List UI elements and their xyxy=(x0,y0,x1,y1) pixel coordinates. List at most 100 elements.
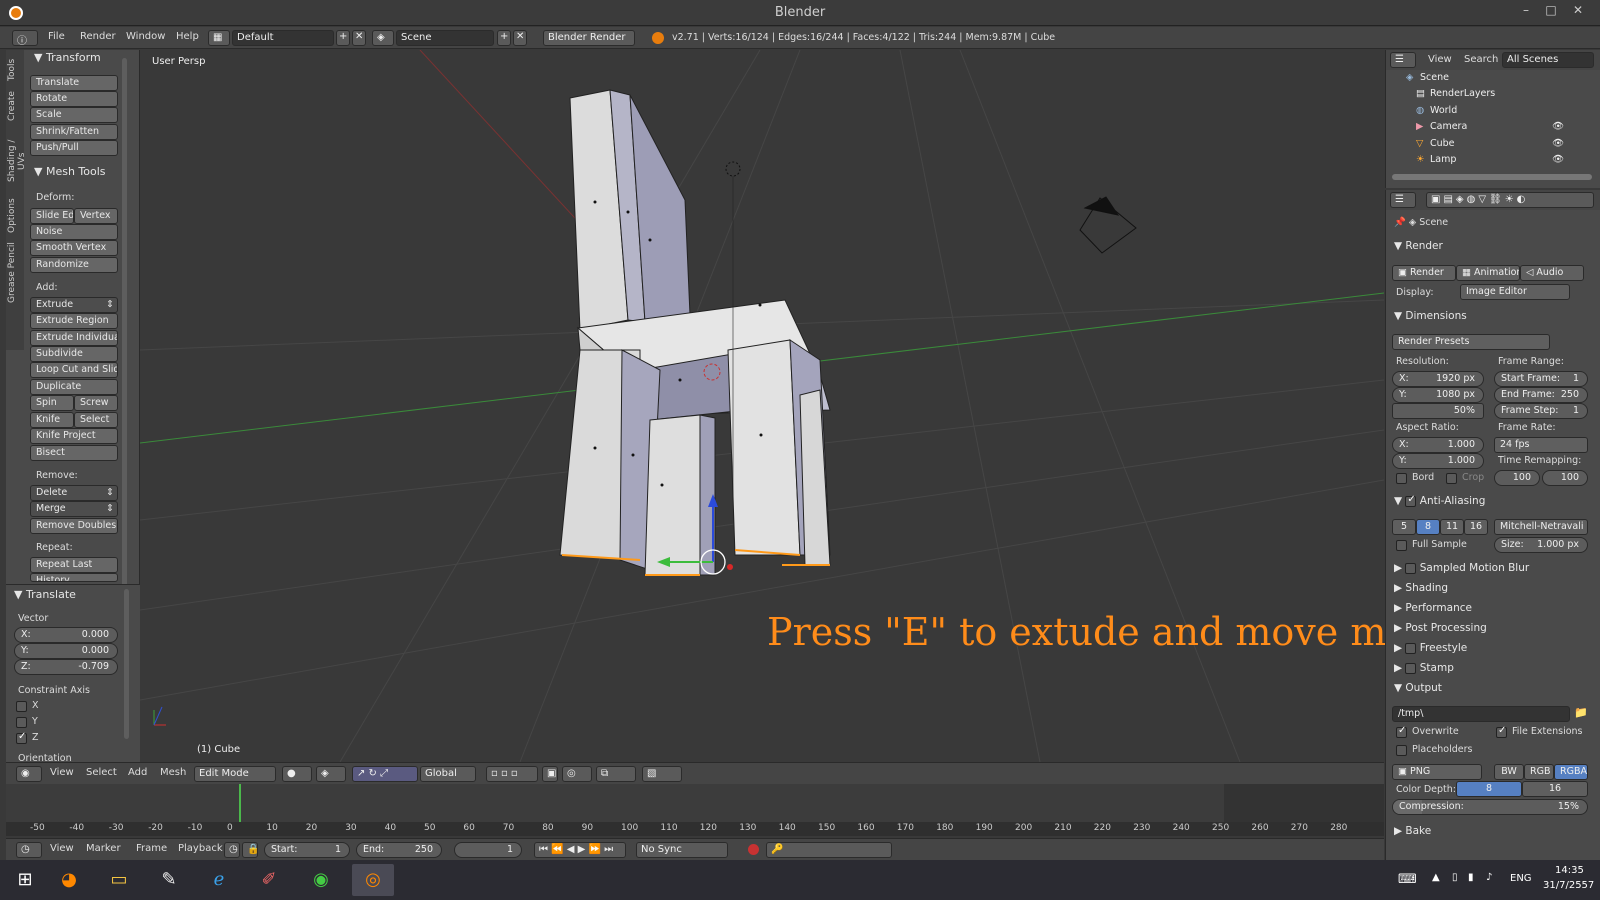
sync-dropdown[interactable]: No Sync xyxy=(636,842,728,858)
resolution-percentage-field[interactable]: 50% xyxy=(1392,403,1484,419)
menu-render[interactable]: Render xyxy=(80,31,116,42)
section-stamp[interactable]: ▶ Stamp xyxy=(1394,662,1454,674)
add-scene-icon[interactable]: + xyxy=(497,30,511,46)
aspect-x-field[interactable]: X: 1.000 xyxy=(1392,437,1484,453)
start-button-icon[interactable]: ⊞ xyxy=(4,864,46,896)
animation-button[interactable]: ▦ Animation xyxy=(1456,265,1520,281)
tl-menu-playback[interactable]: Playback xyxy=(178,843,223,854)
visibility-eye-icon[interactable]: 👁 xyxy=(1552,154,1564,165)
start-frame-field[interactable]: Start Frame: 1 xyxy=(1494,371,1588,387)
clock-time[interactable]: 14:35 xyxy=(1555,865,1584,876)
internet-explorer-icon[interactable]: ℯ xyxy=(198,864,240,896)
section-dimensions[interactable]: ▼ Dimensions xyxy=(1394,310,1467,322)
remove-layout-icon[interactable]: ✕ xyxy=(352,30,366,46)
file-extensions-checkbox[interactable] xyxy=(1496,725,1507,738)
add-layout-icon[interactable]: + xyxy=(336,30,350,46)
vector-z-field[interactable]: Z: -0.709 xyxy=(14,659,118,675)
section-shading[interactable]: ▶ Shading xyxy=(1394,582,1448,594)
operator-panel-header[interactable]: ▼ Translate xyxy=(14,588,76,601)
section-freestyle[interactable]: ▶ Freestyle xyxy=(1394,642,1467,654)
knife-project-button[interactable]: Knife Project xyxy=(30,428,118,444)
render-button[interactable]: ▣ Render xyxy=(1392,265,1456,281)
vp-menu-select[interactable]: Select xyxy=(86,767,117,778)
delete-dropdown[interactable]: Delete ⇕ xyxy=(30,485,118,501)
full-sample-checkbox[interactable] xyxy=(1396,540,1407,551)
paint-icon[interactable]: ✐ xyxy=(248,864,290,896)
noise-button[interactable]: Noise xyxy=(30,224,118,240)
anti-aliasing-checkbox[interactable] xyxy=(1405,494,1417,507)
tab-create[interactable]: Create xyxy=(7,88,23,124)
visibility-eye-icon[interactable]: 👁 xyxy=(1552,121,1564,132)
keyboard-icon[interactable]: ⌨ xyxy=(1398,872,1417,887)
tool-panel-scrollbar[interactable] xyxy=(122,58,127,628)
outliner-item-cube[interactable]: ▽ Cube 👁 xyxy=(1386,138,1596,154)
end-frame-field[interactable]: End: 250 xyxy=(356,842,442,858)
operator-panel-scrollbar[interactable] xyxy=(124,589,129,739)
outliner-scrollbar[interactable] xyxy=(1392,174,1592,180)
record-icon[interactable] xyxy=(748,844,759,855)
snap-icon[interactable]: ⧉ xyxy=(596,766,636,782)
blender-taskbar-icon[interactable]: ◎ xyxy=(352,864,394,896)
section-bake[interactable]: ▶ Bake xyxy=(1394,825,1431,837)
color-rgba-button[interactable]: RGBA xyxy=(1554,764,1588,780)
aa-samples-5[interactable]: 5 xyxy=(1392,519,1416,535)
maximize-button[interactable]: □ xyxy=(1541,3,1561,19)
vector-y-field[interactable]: Y: 0.000 xyxy=(14,643,118,659)
remap-old-field[interactable]: 100 xyxy=(1494,470,1540,486)
end-frame-field[interactable]: End Frame: 250 xyxy=(1494,387,1588,403)
color-rgb-button[interactable]: RGB xyxy=(1524,764,1554,780)
layout-field[interactable]: Default xyxy=(232,30,334,46)
lock-icon[interactable]: 🔒 xyxy=(242,842,259,858)
clock-date[interactable]: 31/7/2557 xyxy=(1543,880,1594,891)
preview-range-icon[interactable]: ◷ xyxy=(224,842,240,858)
bisect-button[interactable]: Bisect xyxy=(30,445,118,461)
battery-icon[interactable]: ▯ xyxy=(1452,872,1458,883)
outliner-filter-dropdown[interactable]: All Scenes xyxy=(1502,52,1594,68)
crop-checkbox[interactable] xyxy=(1446,473,1457,484)
firefox-icon[interactable]: ◕ xyxy=(48,864,90,896)
placeholders-checkbox[interactable] xyxy=(1396,745,1407,756)
tab-grease-pencil[interactable]: Grease Pencil xyxy=(7,240,23,306)
scene-icon[interactable]: ◈ xyxy=(372,30,394,46)
extrude-region-button[interactable]: Extrude Region xyxy=(30,313,118,329)
section-performance[interactable]: ▶ Performance xyxy=(1394,602,1472,614)
knife-select-button[interactable]: Select xyxy=(74,412,118,428)
menu-help[interactable]: Help xyxy=(176,31,199,42)
tab-shading-uvs[interactable]: Shading / UVs xyxy=(7,130,27,192)
viewport-scene[interactable] xyxy=(140,50,1384,762)
properties-context-tabs[interactable]: ▣▤◈◍▽⛓☀◐ xyxy=(1426,192,1594,208)
push-pull-button[interactable]: Push/Pull xyxy=(30,140,118,156)
outliner-item-world[interactable]: ◍ World xyxy=(1386,105,1596,121)
resolution-x-field[interactable]: X: 1920 px xyxy=(1392,371,1484,387)
frame-rate-dropdown[interactable]: 24 fps xyxy=(1494,437,1588,453)
subdivide-button[interactable]: Subdivide xyxy=(30,346,118,362)
editor-type-outliner-icon[interactable]: ☰ xyxy=(1390,52,1416,68)
loop-cut-button[interactable]: Loop Cut and Slide xyxy=(30,362,118,378)
output-path-field[interactable]: /tmp\ xyxy=(1392,706,1570,722)
render-preview-icon[interactable]: ▧ xyxy=(642,766,682,782)
display-dropdown[interactable]: Image Editor xyxy=(1460,284,1570,300)
aa-samples-11[interactable]: 11 xyxy=(1440,519,1464,535)
outliner-item-camera[interactable]: ▶ Camera 👁 xyxy=(1386,121,1596,137)
file-format-dropdown[interactable]: ▣ PNG xyxy=(1392,764,1482,780)
minimize-button[interactable]: – xyxy=(1516,3,1536,19)
motion-blur-checkbox[interactable] xyxy=(1405,562,1417,574)
orientation-dropdown[interactable]: Global xyxy=(420,766,476,782)
playback-controls[interactable]: ⏮ ⏪ ◀ ▶ ⏩ ⏭ xyxy=(534,842,626,858)
frame-step-field[interactable]: Frame Step: 1 xyxy=(1494,403,1588,419)
tray-expand-icon[interactable]: ▲ xyxy=(1432,872,1440,883)
current-frame-marker[interactable] xyxy=(238,784,241,822)
tl-menu-view[interactable]: View xyxy=(50,843,74,854)
outliner-item-lamp[interactable]: ☀ Lamp 👁 xyxy=(1386,154,1596,170)
section-sampled-motion-blur[interactable]: ▶ Sampled Motion Blur xyxy=(1394,562,1529,574)
render-engine-dropdown[interactable]: Blender Render xyxy=(543,30,635,46)
constraint-y-checkbox[interactable] xyxy=(16,717,27,728)
translate-button[interactable]: Translate xyxy=(30,75,118,91)
3d-viewport[interactable] xyxy=(140,50,1384,762)
scale-button[interactable]: Scale xyxy=(30,107,118,123)
aa-samples-16[interactable]: 16 xyxy=(1464,519,1488,535)
keying-set-field[interactable]: 🔑 xyxy=(766,842,892,858)
tl-menu-marker[interactable]: Marker xyxy=(86,843,121,854)
aa-size-field[interactable]: Size: 1.000 px xyxy=(1494,537,1588,553)
section-anti-aliasing[interactable]: ▼ Anti-Aliasing xyxy=(1394,494,1485,508)
